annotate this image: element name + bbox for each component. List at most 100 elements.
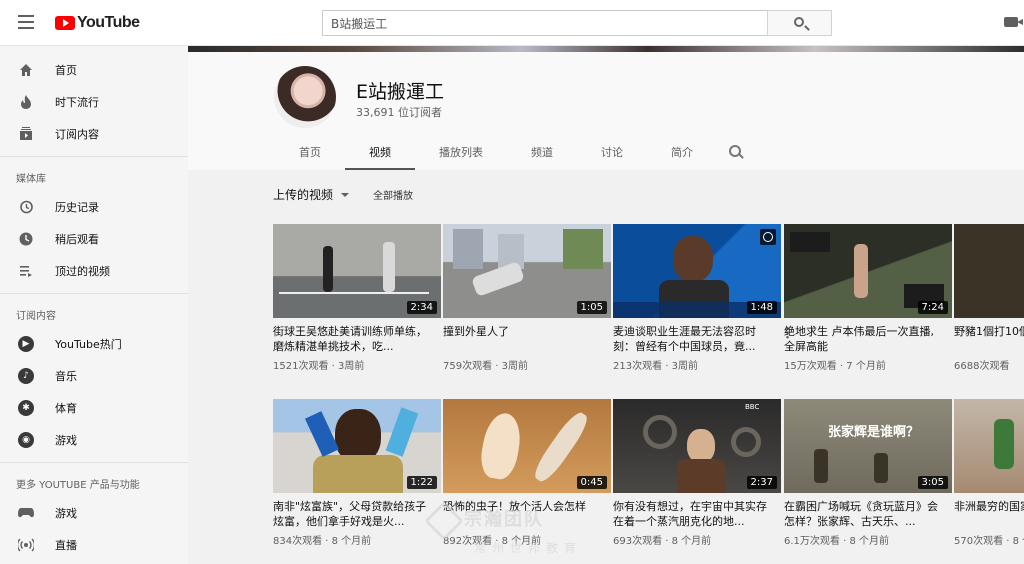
channel-search-icon[interactable]: [729, 145, 743, 159]
tab-videos[interactable]: 视频: [345, 134, 415, 170]
video-title[interactable]: 在霸困广场喊玩《贪玩蓝月》会怎样？张家辉、古天乐、...: [784, 499, 944, 529]
channel-avatar[interactable]: [274, 66, 336, 128]
sidebar-item-label: 首页: [55, 64, 77, 77]
channel-header: E站搬運工 33,691 位订阅者 首页 视频 播放列表 频道 讨论 简介: [188, 52, 1024, 170]
search-input[interactable]: [322, 10, 767, 36]
clock-icon: [18, 231, 34, 247]
sidebar-item-liked[interactable]: 顶过的视频: [0, 255, 188, 287]
video-card[interactable]: 1:05 撞到外星人了 759次观看 · 3周前: [443, 224, 611, 372]
video-card[interactable]: 1:48 麦迪谈职业生涯最无法容忍时刻：曾经有个中国球员，竟... 213次观看…: [613, 224, 789, 372]
menu-icon[interactable]: [18, 15, 34, 29]
uploads-label: 上传的视频: [273, 188, 334, 202]
sidebar-item-label: 直播: [55, 539, 77, 552]
video-title[interactable]: 撞到外星人了: [443, 324, 603, 354]
sidebar-item-gaming[interactable]: ◉ 游戏: [0, 424, 188, 456]
sidebar-item-gaming-more[interactable]: 游戏: [0, 497, 188, 529]
youtube-circle-icon: ▶: [18, 336, 34, 352]
video-meta: 6.1万次观看 · 8 个月前: [784, 536, 889, 547]
video-thumbnail[interactable]: 1:22: [273, 399, 441, 493]
video-thumbnail[interactable]: 2:34: [273, 224, 441, 318]
sidebar-item-label: 顶过的视频: [55, 265, 110, 278]
video-card[interactable]: 张家辉是谁啊？ 3:05 在霸困广场喊玩《贪玩蓝月》会怎样？张家辉、古天乐、..…: [784, 399, 952, 547]
tab-playlists[interactable]: 播放列表: [415, 134, 507, 170]
video-thumbnail[interactable]: [954, 224, 1024, 318]
video-card[interactable]: 7:24 绝地求生 卢本伟最后一次直播,全屏高能 15万次观看 · 7 个月前: [784, 224, 952, 372]
video-meta: 6688次观看: [954, 361, 1010, 372]
search-icon: [794, 17, 804, 27]
sidebar-item-label: 稍后观看: [55, 233, 99, 246]
video-thumbnail[interactable]: [954, 399, 1024, 493]
video-thumbnail[interactable]: BBC 2:37: [613, 399, 781, 493]
video-card[interactable]: 1:22 南非"炫富族"，父母贷款给孩子炫富，他们拿手好戏是火... 834次观…: [273, 399, 441, 547]
sidebar-item-youtube-popular[interactable]: ▶ YouTube热门: [0, 328, 188, 360]
video-title[interactable]: 南非"炫富族"，父母贷款给孩子炫富，他们拿手好戏是火...: [273, 499, 433, 529]
music-icon: ♪: [18, 368, 34, 384]
video-thumbnail[interactable]: 1:05: [443, 224, 611, 318]
more-heading: 更多 YOUTUBE 产品与功能: [16, 479, 140, 491]
video-duration: 0:45: [576, 476, 607, 489]
video-meta: 759次观看 · 3周前: [443, 361, 529, 372]
video-duration: 1:22: [406, 476, 437, 489]
history-icon: [18, 199, 34, 215]
video-meta: 1521次观看 · 3周前: [273, 361, 365, 372]
top-bar: YouTube: [0, 0, 1024, 46]
video-title[interactable]: 街球王吴悠赴美请训练师单练，磨炼精湛单挑技术，吃...: [273, 324, 433, 354]
tab-channels[interactable]: 频道: [507, 134, 577, 170]
tab-home[interactable]: 首页: [274, 134, 345, 170]
video-meta: 213次观看 · 3周前: [613, 361, 699, 372]
channel-tabs: 首页 视频 播放列表 频道 讨论 简介: [274, 134, 743, 170]
video-duration: 2:37: [746, 476, 777, 489]
subscriptions-heading: 订阅内容: [16, 310, 56, 322]
uploads-dropdown[interactable]: 上传的视频: [273, 186, 350, 203]
home-icon: [18, 62, 34, 78]
tab-about[interactable]: 简介: [647, 134, 717, 170]
sidebar-item-sports[interactable]: ✱ 体育: [0, 392, 188, 424]
video-title[interactable]: 麦迪谈职业生涯最无法容忍时刻：曾经有个中国球员，竟...: [613, 324, 773, 354]
sidebar-item-label: 体育: [55, 402, 77, 415]
video-thumbnail[interactable]: 张家辉是谁啊？ 3:05: [784, 399, 952, 493]
sidebar-item-label: 时下流行: [55, 96, 99, 109]
sidebar-item-home[interactable]: 首页: [0, 54, 188, 86]
video-card[interactable]: 野豬1個打10個 6688次观看: [954, 224, 1024, 372]
watch-later-icon[interactable]: [760, 229, 776, 245]
video-title[interactable]: 非洲最穷的国家，收入不足10元: [954, 499, 1024, 529]
create-video-icon[interactable]: [1004, 17, 1023, 27]
video-thumbnail[interactable]: 0:45: [443, 399, 611, 493]
video-card[interactable]: 非洲最穷的国家，收入不足10元 570次观看 · 8 个月前: [954, 399, 1024, 547]
video-title[interactable]: 绝地求生 卢本伟最后一次直播,全屏高能: [784, 324, 944, 354]
sidebar-item-music[interactable]: ♪ 音乐: [0, 360, 188, 392]
search-button[interactable]: [767, 10, 832, 36]
video-thumbnail[interactable]: 7:24: [784, 224, 952, 318]
video-meta: 834次观看 · 8 个月前: [273, 536, 372, 547]
video-duration: 7:24: [917, 301, 948, 314]
sidebar-item-label: 音乐: [55, 370, 77, 383]
tab-discussion[interactable]: 讨论: [577, 134, 647, 170]
sidebar-item-label: YouTube热门: [55, 338, 122, 351]
video-meta: 15万次观看 · 7 个月前: [784, 361, 886, 372]
sidebar-item-live[interactable]: 直播: [0, 529, 188, 561]
video-title[interactable]: 野豬1個打10個: [954, 324, 1024, 354]
sidebar-item-watch-later[interactable]: 稍后观看: [0, 223, 188, 255]
watermark-logo-icon: [424, 501, 464, 541]
play-all-button[interactable]: 全部播放: [373, 187, 413, 202]
sports-icon: ✱: [18, 400, 34, 416]
video-duration: 1:05: [576, 301, 607, 314]
sidebar-item-trending[interactable]: 时下流行: [0, 86, 188, 118]
sidebar-item-label: 游戏: [55, 434, 77, 447]
channel-watermark: BBC: [745, 403, 760, 411]
library-heading: 媒体库: [16, 173, 46, 185]
sidebar-item-subscriptions[interactable]: 订阅内容: [0, 118, 188, 150]
video-duration: 2:34: [406, 301, 437, 314]
sidebar-item-label: 历史记录: [55, 201, 99, 214]
caret-down-icon: [341, 192, 350, 197]
video-thumbnail[interactable]: 1:48: [613, 224, 781, 318]
thumbnail-caption: 张家辉是谁啊？: [828, 425, 920, 440]
sidebar-item-history[interactable]: 历史记录: [0, 191, 188, 223]
live-icon: [18, 537, 34, 553]
video-card[interactable]: 2:34 街球王吴悠赴美请训练师单练，磨炼精湛单挑技术，吃... 1521次观看…: [273, 224, 441, 372]
divider: [0, 462, 188, 463]
sidebar-item-label: 游戏: [55, 507, 77, 520]
youtube-logo[interactable]: YouTube: [55, 13, 140, 33]
divider: [0, 293, 188, 294]
sidebar-item-label: 订阅内容: [55, 128, 99, 141]
